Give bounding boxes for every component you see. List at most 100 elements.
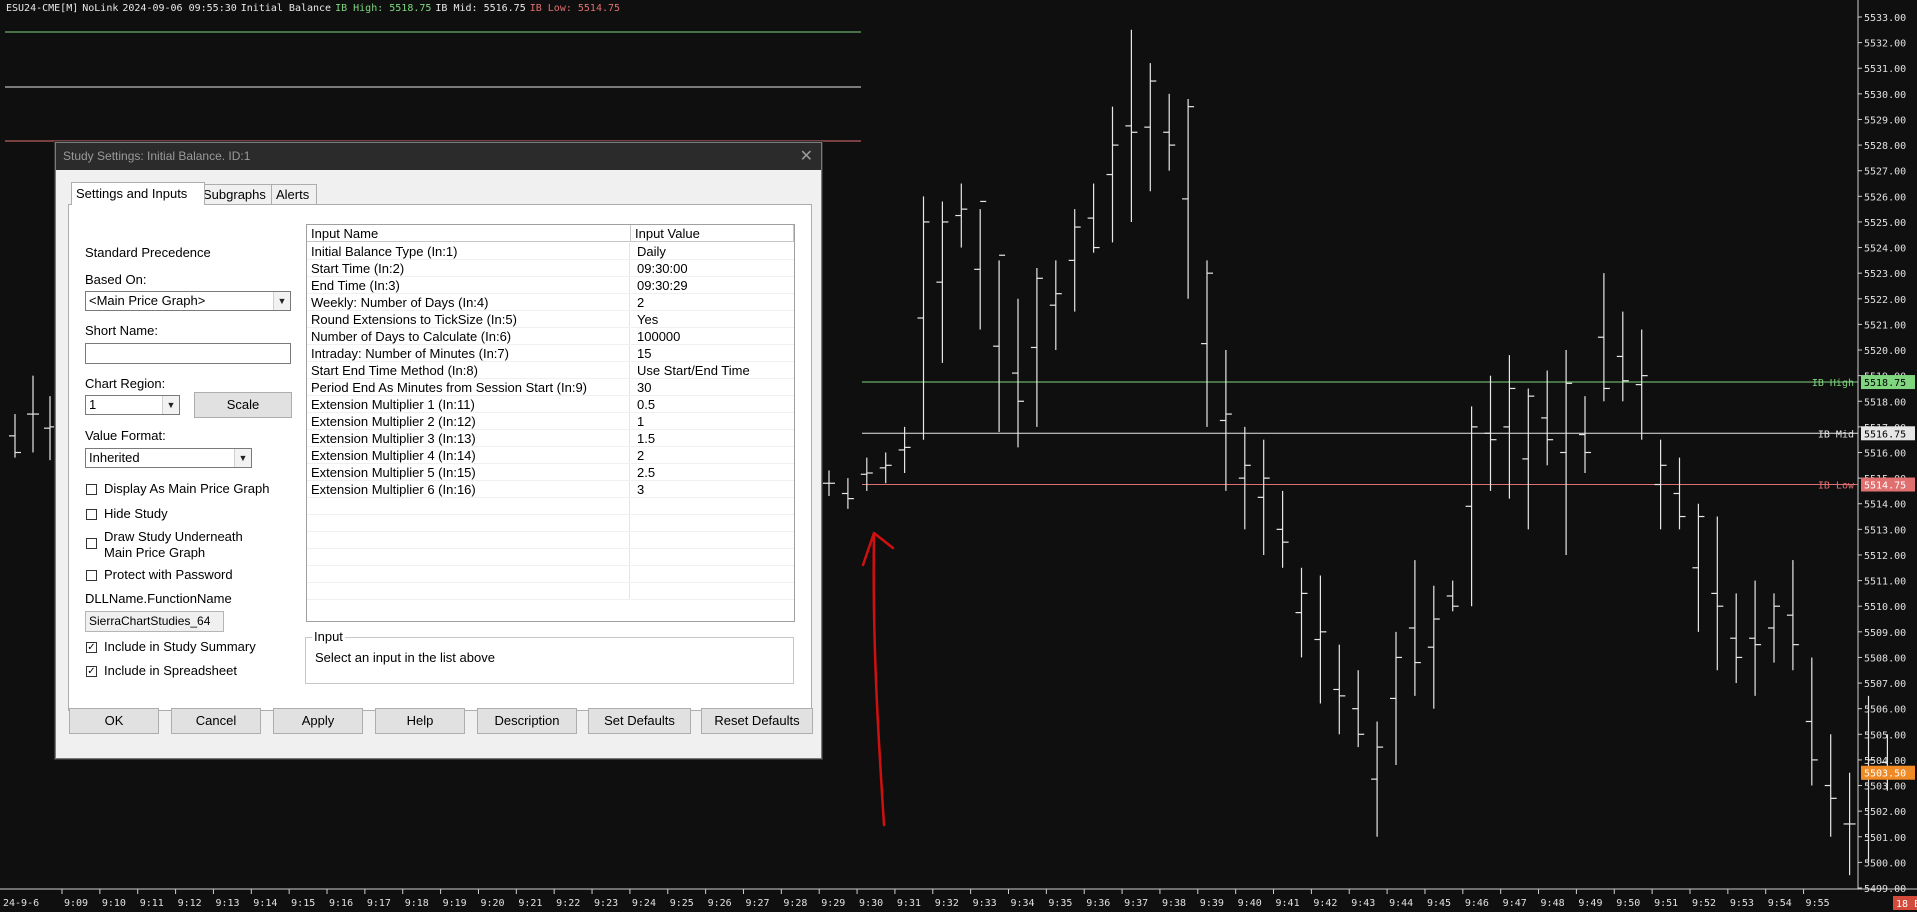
input-name-cell[interactable]: Intraday: Number of Minutes (In:7) — [307, 345, 630, 362]
input-row[interactable]: Extension Multiplier 6 (In:16) 3 — [307, 481, 794, 498]
column-header-input-name[interactable]: Input Name — [307, 225, 631, 242]
value-format-label: Value Format: — [85, 428, 166, 443]
input-value-cell[interactable]: 09:30:29 — [631, 277, 794, 294]
input-row[interactable]: Extension Multiplier 2 (In:12) 1 — [307, 413, 794, 430]
input-name-cell[interactable]: Extension Multiplier 2 (In:12) — [307, 413, 630, 430]
time-label: 9:24 — [632, 898, 656, 909]
input-row[interactable]: Number of Days to Calculate (In:6) 100000 — [307, 328, 794, 345]
time-label: 9:09 — [64, 898, 88, 909]
input-name-cell[interactable]: Extension Multiplier 6 (In:16) — [307, 481, 630, 498]
input-value-cell[interactable]: Yes — [631, 311, 794, 328]
input-name-cell[interactable]: Extension Multiplier 5 (In:15) — [307, 464, 630, 481]
input-name-cell[interactable]: Start End Time Method (In:8) — [307, 362, 630, 379]
time-label: 9:52 — [1692, 898, 1716, 909]
empty-cell — [631, 532, 794, 549]
protect-password-checkbox[interactable] — [86, 570, 97, 581]
input-row[interactable]: Extension Multiplier 4 (In:14) 2 — [307, 447, 794, 464]
display-as-main-checkbox[interactable] — [86, 484, 97, 495]
set-defaults-button[interactable]: Set Defaults — [588, 708, 691, 734]
input-row[interactable]: Start End Time Method (In:8) Use Start/En… — [307, 362, 794, 379]
tab-settings-and-inputs[interactable]: Settings and Inputs — [71, 182, 205, 205]
close-icon[interactable]: ✕ — [800, 146, 813, 166]
time-label: 9:22 — [556, 898, 580, 909]
input-value-cell[interactable]: 100000 — [631, 328, 794, 345]
tab-alerts[interactable]: Alerts — [271, 184, 317, 204]
input-name-cell[interactable]: Extension Multiplier 3 (In:13) — [307, 430, 630, 447]
reset-defaults-button[interactable]: Reset Defaults — [701, 708, 813, 734]
input-name-cell[interactable]: Round Extensions to TickSize (In:5) — [307, 311, 630, 328]
chart-status: NoLink — [82, 3, 119, 14]
input-row[interactable]: Initial Balance Type (In:1) Daily — [307, 243, 794, 260]
dialog-title: Study Settings: Initial Balance. ID:1 — [63, 149, 251, 163]
scale-button[interactable]: Scale — [194, 392, 292, 418]
price-label: 5521.00 — [1864, 320, 1906, 331]
input-row[interactable]: Weekly: Number of Days (In:4) 2 — [307, 294, 794, 311]
input-value-cell[interactable]: 3 — [631, 481, 794, 498]
input-value-cell[interactable]: 1.5 — [631, 430, 794, 447]
empty-cell — [631, 583, 794, 600]
input-name-cell[interactable]: Extension Multiplier 4 (In:14) — [307, 447, 630, 464]
draw-underneath-checkbox[interactable] — [86, 538, 97, 549]
input-value-cell[interactable]: 2 — [631, 294, 794, 311]
column-header-input-value[interactable]: Input Value — [631, 225, 794, 242]
empty-cell — [307, 532, 630, 549]
input-name-cell[interactable]: End Time (In:3) — [307, 277, 630, 294]
chart-symbol: ESU24-CME[M] — [6, 3, 79, 14]
input-row[interactable]: Extension Multiplier 3 (In:13) 1.5 — [307, 430, 794, 447]
ok-button[interactable]: OK — [69, 708, 159, 734]
input-value-cell[interactable]: 30 — [631, 379, 794, 396]
include-summary-checkbox[interactable]: ✓ — [86, 642, 97, 653]
tab-subgraphs[interactable]: Subgraphs — [198, 184, 273, 204]
price-label: 5507.00 — [1864, 679, 1906, 690]
input-value-cell[interactable]: 0.5 — [631, 396, 794, 413]
input-name-cell[interactable]: Extension Multiplier 1 (In:11) — [307, 396, 630, 413]
empty-row — [307, 566, 794, 583]
dialog-titlebar[interactable]: Study Settings: Initial Balance. ID:1 ✕ — [56, 143, 821, 170]
dll-name-field: SierraChartStudies_64 — [85, 611, 224, 632]
apply-button[interactable]: Apply — [273, 708, 363, 734]
input-row[interactable]: Period End As Minutes from Session Start… — [307, 379, 794, 396]
based-on-select[interactable]: <Main Price Graph> ▼ — [85, 291, 291, 311]
empty-cell — [631, 498, 794, 515]
input-name-cell[interactable]: Start Time (In:2) — [307, 260, 630, 277]
help-button[interactable]: Help — [375, 708, 465, 734]
input-row[interactable]: Extension Multiplier 5 (In:15) 2.5 — [307, 464, 794, 481]
input-name-cell[interactable]: Weekly: Number of Days (In:4) — [307, 294, 630, 311]
chart-datetime: 2024-09-06 09:55:30 — [122, 3, 237, 14]
input-value-cell[interactable]: 2.5 — [631, 464, 794, 481]
chevron-down-icon[interactable]: ▼ — [234, 449, 251, 467]
time-label: 9:38 — [1162, 898, 1186, 909]
input-value-cell[interactable]: Use Start/End Time — [631, 362, 794, 379]
input-row[interactable]: End Time (In:3) 09:30:29 — [307, 277, 794, 294]
input-value-cell[interactable]: Daily — [631, 243, 794, 260]
include-spreadsheet-checkbox[interactable]: ✓ — [86, 666, 97, 677]
input-value-cell[interactable]: 15 — [631, 345, 794, 362]
chevron-down-icon[interactable]: ▼ — [273, 292, 290, 310]
empty-cell — [307, 583, 630, 600]
input-row[interactable]: Start Time (In:2) 09:30:00 — [307, 260, 794, 277]
input-row[interactable]: Round Extensions to TickSize (In:5) Yes — [307, 311, 794, 328]
ib-level-label: IB High — [1812, 378, 1854, 389]
short-name-input[interactable] — [85, 343, 291, 364]
empty-cell — [307, 515, 630, 532]
input-row[interactable]: Intraday: Number of Minutes (In:7) 15 — [307, 345, 794, 362]
hide-study-checkbox[interactable] — [86, 509, 97, 520]
ib-level-label: IB Mid — [1818, 429, 1854, 440]
price-label: 5505.00 — [1864, 730, 1906, 741]
ib-level-price-label: 5514.75 — [1864, 481, 1906, 492]
input-value-cell[interactable]: 09:30:00 — [631, 260, 794, 277]
price-label: 5508.00 — [1864, 653, 1906, 664]
input-name-cell[interactable]: Period End As Minutes from Session Start… — [307, 379, 630, 396]
input-row[interactable]: Extension Multiplier 1 (In:11) 0.5 — [307, 396, 794, 413]
chart-region-select[interactable]: 1 ▼ — [85, 395, 180, 415]
cancel-button[interactable]: Cancel — [171, 708, 261, 734]
time-label: 9:30 — [859, 898, 883, 909]
chevron-down-icon[interactable]: ▼ — [162, 396, 179, 414]
price-label: 5530.00 — [1864, 90, 1906, 101]
input-name-cell[interactable]: Initial Balance Type (In:1) — [307, 243, 630, 260]
input-value-cell[interactable]: 1 — [631, 413, 794, 430]
description-button[interactable]: Description — [477, 708, 577, 734]
input-name-cell[interactable]: Number of Days to Calculate (In:6) — [307, 328, 630, 345]
input-value-cell[interactable]: 2 — [631, 447, 794, 464]
value-format-select[interactable]: Inherited ▼ — [85, 448, 252, 468]
